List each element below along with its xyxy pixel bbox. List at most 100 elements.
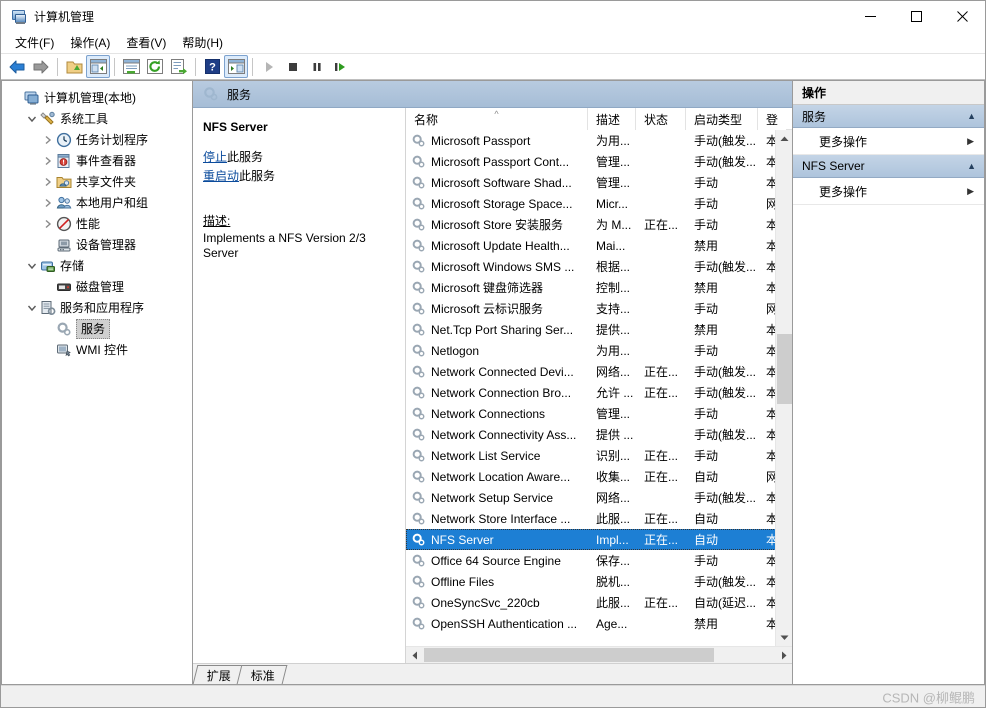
table-row[interactable]: Network Setup Service 网络... 手动(触发... 本 <box>406 487 792 508</box>
column-header-description[interactable]: 描述 <box>588 108 636 130</box>
chevron-right-icon[interactable] <box>40 216 56 232</box>
table-row[interactable]: Office 64 Source Engine 保存... 手动本 <box>406 550 792 571</box>
chevron-right-icon[interactable] <box>40 174 56 190</box>
table-row[interactable]: Microsoft Windows SMS ... 根据... 手动(触发... 本 <box>406 256 792 277</box>
export-list-icon[interactable] <box>167 55 191 78</box>
table-row[interactable]: NFS Server Impl... 正在... 自动本 <box>406 529 792 550</box>
stop-service-link[interactable]: 停止此服务 <box>203 148 395 165</box>
table-row[interactable]: Microsoft Passport Cont... 管理... 手动(触发... 本 <box>406 151 792 172</box>
tree-item-2[interactable]: 任务计划程序 <box>2 129 192 150</box>
table-row[interactable]: Network List Service 识别... 正在... 手动本 <box>406 445 792 466</box>
tree-item-8[interactable]: 存储 <box>2 255 192 276</box>
table-row[interactable]: Microsoft Storage Space... Micr... 手动网 <box>406 193 792 214</box>
tree-item-9[interactable]: 磁盘管理 <box>2 276 192 297</box>
table-row[interactable]: Network Connected Devi... 网络... 正在... 手动(触发… <box>406 361 792 382</box>
menu-view[interactable]: 查看(V) <box>118 32 174 53</box>
table-row[interactable]: OneSyncSvc_220cb 此服... 正在... 自动(延迟... 本 <box>406 592 792 613</box>
table-row[interactable]: Network Connectivity Ass... 提供 ... 手动(触发..… <box>406 424 792 445</box>
menu-action[interactable]: 操作(A) <box>62 32 118 53</box>
tree-item-11[interactable]: 服务 <box>2 318 192 339</box>
cell-description: 此服... <box>596 512 631 526</box>
tree-item-label: 系统工具 <box>60 111 109 126</box>
restart-service-icon[interactable] <box>329 55 353 78</box>
cell-name: Network Connectivity Ass... <box>406 427 588 442</box>
table-row[interactable]: Microsoft 键盘筛选器 控制... 禁用本 <box>406 277 792 298</box>
tree-item-4[interactable]: 共享文件夹 <box>2 171 192 192</box>
forward-icon[interactable] <box>29 55 53 78</box>
scroll-up-icon[interactable] <box>776 130 792 147</box>
actions-nfs-server-more-actions[interactable]: 更多操作 ▶ <box>793 178 984 205</box>
actions-services-more-actions[interactable]: 更多操作 ▶ <box>793 128 984 155</box>
table-row[interactable]: Microsoft Passport 为用... 手动(触发... 本 <box>406 130 792 151</box>
chevron-down-icon[interactable] <box>24 111 40 127</box>
table-row[interactable]: Network Store Interface ... 此服... 正在... 自动本 <box>406 508 792 529</box>
column-header-log-on-as[interactable]: 登 <box>758 108 786 130</box>
table-row[interactable]: Offline Files 脱机... 手动(触发... 本 <box>406 571 792 592</box>
column-header-startup-type[interactable]: 启动类型 <box>686 108 758 130</box>
tab-standard[interactable]: 标准 <box>236 665 288 684</box>
scroll-right-icon[interactable] <box>775 647 792 663</box>
tab-standard-label: 标准 <box>250 668 275 683</box>
minimize-button[interactable] <box>847 1 893 32</box>
horizontal-scrollbar[interactable] <box>406 646 792 663</box>
actions-group-services-header[interactable]: 服务 ▲ <box>793 105 984 128</box>
chevron-right-icon[interactable] <box>40 195 56 211</box>
table-row[interactable]: Microsoft Update Health... Mai... 禁用本 <box>406 235 792 256</box>
tree-item-0[interactable]: 计算机管理(本地) <box>2 87 192 108</box>
menu-file[interactable]: 文件(F) <box>7 32 62 53</box>
stop-service-icon[interactable] <box>281 55 305 78</box>
table-row[interactable]: Netlogon 为用... 手动本 <box>406 340 792 361</box>
stop-service-link-verb: 停止 <box>203 150 228 164</box>
table-row[interactable]: Microsoft Software Shad... 管理... 手动本 <box>406 172 792 193</box>
cell-startup-type: 自动(延迟... <box>694 596 756 610</box>
table-row[interactable]: Net.Tcp Port Sharing Ser... 提供... 禁用本 <box>406 319 792 340</box>
cell-name: Microsoft Update Health... <box>406 238 588 253</box>
chevron-down-icon[interactable] <box>24 300 40 316</box>
tree-item-3[interactable]: 事件查看器 <box>2 150 192 171</box>
table-row[interactable]: Network Connections 管理... 手动本 <box>406 403 792 424</box>
column-header-name[interactable]: 名称 ^ <box>406 108 588 130</box>
table-row[interactable]: Network Connection Bro... 允许 ... 正在... 手动(触… <box>406 382 792 403</box>
properties-icon[interactable] <box>119 55 143 78</box>
table-row[interactable]: Microsoft 云标识服务 支持... 手动网 <box>406 298 792 319</box>
actions-group-nfs-server-header[interactable]: NFS Server ▲ <box>793 155 984 178</box>
cell-startup-type: 手动 <box>694 449 719 463</box>
vertical-scrollbar-thumb[interactable] <box>777 334 792 404</box>
tree-item-10[interactable]: 服务和应用程序 <box>2 297 192 318</box>
menu-help[interactable]: 帮助(H) <box>174 32 231 53</box>
table-row[interactable]: Microsoft Store 安装服务为 M... 正在... 手动本 <box>406 214 792 235</box>
collapse-up-icon[interactable]: ▲ <box>967 111 976 121</box>
vertical-scrollbar[interactable] <box>775 130 792 646</box>
horizontal-scrollbar-thumb[interactable] <box>424 648 714 662</box>
chevron-down-icon[interactable] <box>24 258 40 274</box>
cell-startup-type: 手动 <box>694 407 719 421</box>
close-button[interactable] <box>939 1 985 32</box>
chevron-right-icon[interactable] <box>40 153 56 169</box>
scroll-left-icon[interactable] <box>406 647 423 663</box>
tree-item-12[interactable]: WMI 控件 <box>2 339 192 360</box>
chevron-right-icon[interactable] <box>40 132 56 148</box>
up-one-level-icon[interactable] <box>62 55 86 78</box>
restart-service-link[interactable]: 重启动此服务 <box>203 167 395 184</box>
scroll-down-icon[interactable] <box>776 629 792 646</box>
back-icon[interactable] <box>5 55 29 78</box>
refresh-icon[interactable] <box>143 55 167 78</box>
maximize-button[interactable] <box>893 1 939 32</box>
show-hide-console-tree-icon[interactable] <box>86 55 110 78</box>
toolbar-separator-1 <box>57 57 58 76</box>
collapse-up-icon-2[interactable]: ▲ <box>967 161 976 171</box>
tree-item-6[interactable]: 性能 <box>2 213 192 234</box>
help-icon[interactable]: ? <box>200 55 224 78</box>
storage-icon <box>40 258 56 274</box>
show-hide-action-pane-icon[interactable] <box>224 55 248 78</box>
table-row[interactable]: Network Location Aware... 收集... 正在... 自动网 <box>406 466 792 487</box>
tree-item-1[interactable]: 系统工具 <box>2 108 192 129</box>
column-header-status[interactable]: 状态 <box>636 108 686 130</box>
tab-extended[interactable]: 扩展 <box>193 665 244 684</box>
cell-description: 允许 ... <box>596 386 634 400</box>
table-row[interactable]: OpenSSH Authentication ... Age... 禁用本 <box>406 613 792 634</box>
tree-item-5[interactable]: 本地用户和组 <box>2 192 192 213</box>
tree-item-7[interactable]: 设备管理器 <box>2 234 192 255</box>
start-service-icon[interactable] <box>257 55 281 78</box>
pause-service-icon[interactable] <box>305 55 329 78</box>
